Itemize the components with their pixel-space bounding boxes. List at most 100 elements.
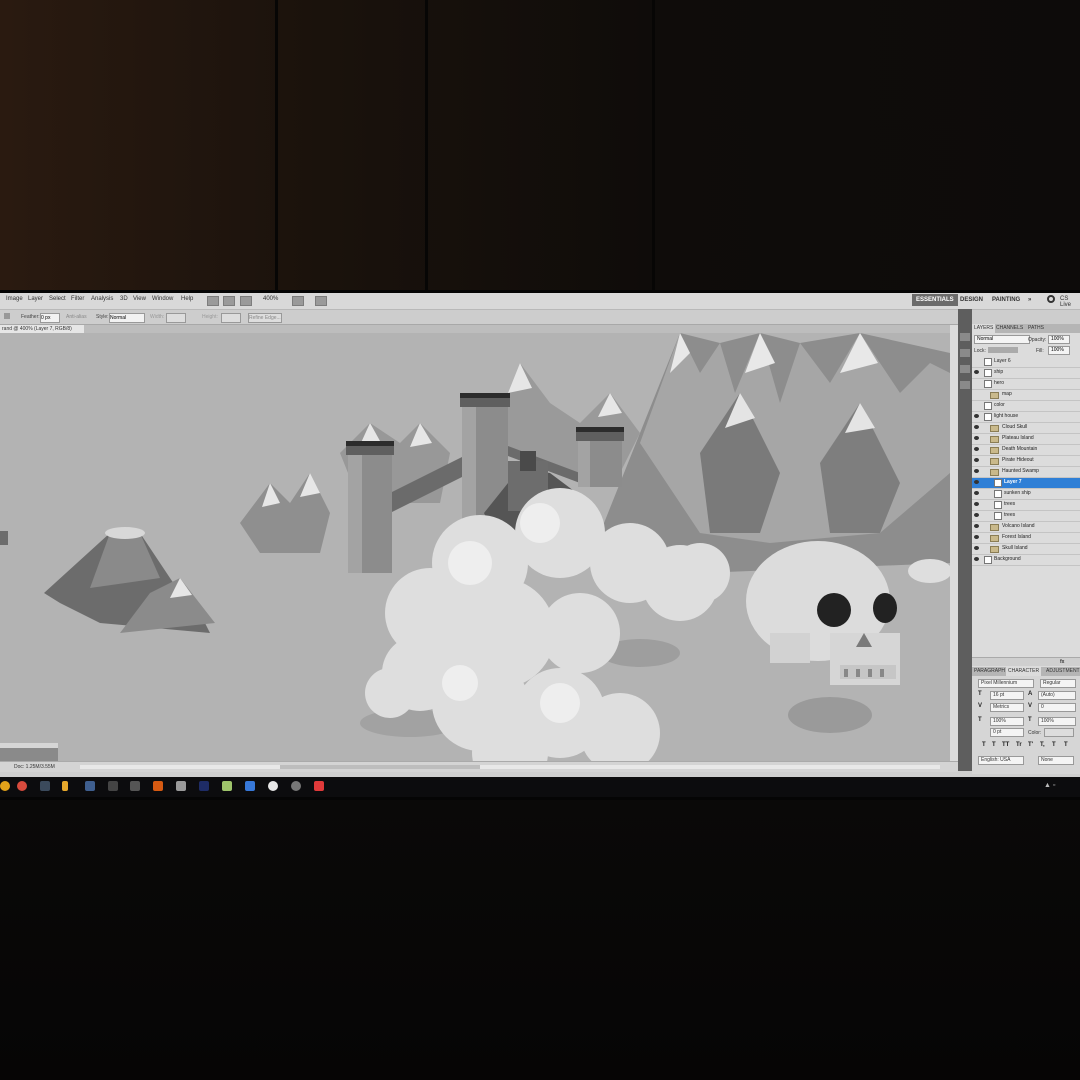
visibility-eye-icon[interactable]: [974, 381, 979, 385]
vertical-scale-input[interactable]: 100%: [990, 717, 1024, 726]
red-app-icon[interactable]: [314, 781, 324, 791]
visibility-eye-icon[interactable]: [974, 458, 979, 462]
layer-row[interactable]: trees: [972, 500, 1080, 511]
all-caps-button[interactable]: TT: [1002, 742, 1009, 748]
workspace-painting[interactable]: PAINTING: [988, 294, 1024, 306]
tab-layers[interactable]: LAYERS: [972, 324, 996, 333]
visibility-eye-icon[interactable]: [974, 513, 979, 517]
document-tab[interactable]: rand @ 400% (Layer 7, RGB/8): [0, 325, 84, 333]
visibility-eye-icon[interactable]: [974, 502, 979, 506]
layer-row[interactable]: ship: [972, 368, 1080, 379]
circle-app-icon[interactable]: [222, 781, 232, 791]
lock-icon[interactable]: [40, 781, 50, 791]
menu-filter[interactable]: Filter: [71, 296, 84, 302]
visibility-eye-icon[interactable]: [974, 370, 979, 374]
layer-row[interactable]: hero: [972, 379, 1080, 390]
blend-mode-select[interactable]: Normal: [974, 335, 1030, 344]
visibility-eye-icon[interactable]: [974, 480, 979, 484]
clone-source-icon[interactable]: [960, 381, 970, 389]
style-select[interactable]: Normal: [109, 313, 145, 323]
refine-edge-button[interactable]: Refine Edge...: [248, 313, 282, 323]
visibility-eye-icon[interactable]: [974, 535, 979, 539]
screen-mode-icon[interactable]: [315, 296, 327, 306]
visibility-eye-icon[interactable]: [974, 414, 979, 418]
tab-paths[interactable]: PATHS: [1026, 324, 1046, 333]
font-size-select[interactable]: 16 pt: [990, 691, 1024, 700]
menu-window[interactable]: Window: [152, 296, 173, 302]
visibility-eye-icon[interactable]: [974, 403, 979, 407]
layer-group-row[interactable]: Plateau Island: [972, 434, 1080, 445]
round-app-icon[interactable]: [268, 781, 278, 791]
layer-group-row[interactable]: Forest Island: [972, 533, 1080, 544]
document-canvas[interactable]: [0, 333, 950, 761]
media-icon[interactable]: [85, 781, 95, 791]
view-extras-icon[interactable]: [240, 296, 252, 306]
layer-row[interactable]: trees: [972, 511, 1080, 522]
small-caps-button[interactable]: Tr: [1016, 742, 1022, 748]
subscript-button[interactable]: T,: [1040, 742, 1045, 748]
vlc-icon[interactable]: [108, 781, 118, 791]
strikethrough-button[interactable]: T: [1064, 742, 1068, 748]
language-select[interactable]: English: USA: [978, 756, 1024, 765]
menu-help[interactable]: Help: [181, 296, 193, 302]
tool-preset-icon[interactable]: [4, 313, 10, 319]
feather-input[interactable]: 0 px: [40, 313, 60, 323]
notepad-icon[interactable]: [176, 781, 186, 791]
layer-group-row[interactable]: Cloud Skull: [972, 423, 1080, 434]
visibility-eye-icon[interactable]: [974, 425, 979, 429]
chrome-icon[interactable]: [0, 781, 10, 791]
photoshop-icon[interactable]: [153, 781, 163, 791]
menu-image[interactable]: Image: [6, 296, 23, 302]
font-family-select[interactable]: Pixel Millennium: [978, 679, 1034, 688]
text-color-swatch[interactable]: [1044, 728, 1074, 737]
menu-select[interactable]: Select: [49, 296, 66, 302]
visibility-eye-icon[interactable]: [974, 469, 979, 473]
history-icon[interactable]: [960, 333, 970, 341]
layer-row-selected[interactable]: Layer 7: [972, 478, 1080, 489]
kerning-select[interactable]: Metrics: [990, 703, 1024, 712]
visibility-eye-icon[interactable]: [974, 546, 979, 550]
layer-row[interactable]: Layer 6: [972, 357, 1080, 368]
layer-group-row[interactable]: Haunted Swamp: [972, 467, 1080, 478]
visibility-eye-icon[interactable]: [974, 557, 979, 561]
layer-row[interactable]: light house: [972, 412, 1080, 423]
layer-group-row[interactable]: map: [972, 390, 1080, 401]
superscript-button[interactable]: T': [1028, 742, 1033, 748]
workspace-essentials[interactable]: ESSENTIALS: [912, 294, 958, 306]
layer-group-row[interactable]: Death Mountain: [972, 445, 1080, 456]
brush-icon[interactable]: [960, 365, 970, 373]
menu-view[interactable]: View: [133, 296, 146, 302]
workspace-more[interactable]: »: [1024, 294, 1035, 306]
minibridge-icon[interactable]: [223, 296, 235, 306]
width-input[interactable]: [166, 313, 186, 323]
layer-row[interactable]: sunken ship: [972, 489, 1080, 500]
visibility-eye-icon[interactable]: [974, 447, 979, 451]
cs-live-icon[interactable]: [1047, 295, 1055, 303]
visibility-eye-icon[interactable]: [974, 524, 979, 528]
actions-icon[interactable]: [960, 349, 970, 357]
leading-select[interactable]: (Auto): [1038, 691, 1076, 700]
visibility-eye-icon[interactable]: [974, 359, 979, 363]
layer-row[interactable]: color: [972, 401, 1080, 412]
antialias-select[interactable]: None: [1038, 756, 1074, 765]
target-app-icon[interactable]: [291, 781, 301, 791]
layer-group-row[interactable]: Volcano Island: [972, 522, 1080, 533]
fill-input[interactable]: 100%: [1048, 346, 1070, 355]
font-style-select[interactable]: Regular: [1040, 679, 1076, 688]
bridge-icon[interactable]: [207, 296, 219, 306]
menu-3d[interactable]: 3D: [120, 296, 128, 302]
horizontal-scale-input[interactable]: 100%: [1038, 717, 1076, 726]
terminal-icon[interactable]: [62, 781, 68, 791]
horizontal-scrollbar[interactable]: [80, 765, 940, 769]
settings-icon[interactable]: [245, 781, 255, 791]
vertical-scrollbar[interactable]: [950, 325, 958, 761]
antialias-checkbox[interactable]: Anti-alias: [66, 314, 87, 320]
cs-live-label[interactable]: CS Live: [1060, 296, 1080, 308]
lock-icons[interactable]: [988, 347, 1018, 353]
arrange-documents-icon[interactable]: [292, 296, 304, 306]
doc-size-status[interactable]: Doc: 1.25M/3.55M: [14, 764, 55, 770]
layer-group-row[interactable]: Pirate Hideout: [972, 456, 1080, 467]
folder-icon[interactable]: [130, 781, 140, 791]
opacity-input[interactable]: 100%: [1048, 335, 1070, 344]
tab-paragraph[interactable]: PARAGRAPH: [972, 667, 1007, 676]
